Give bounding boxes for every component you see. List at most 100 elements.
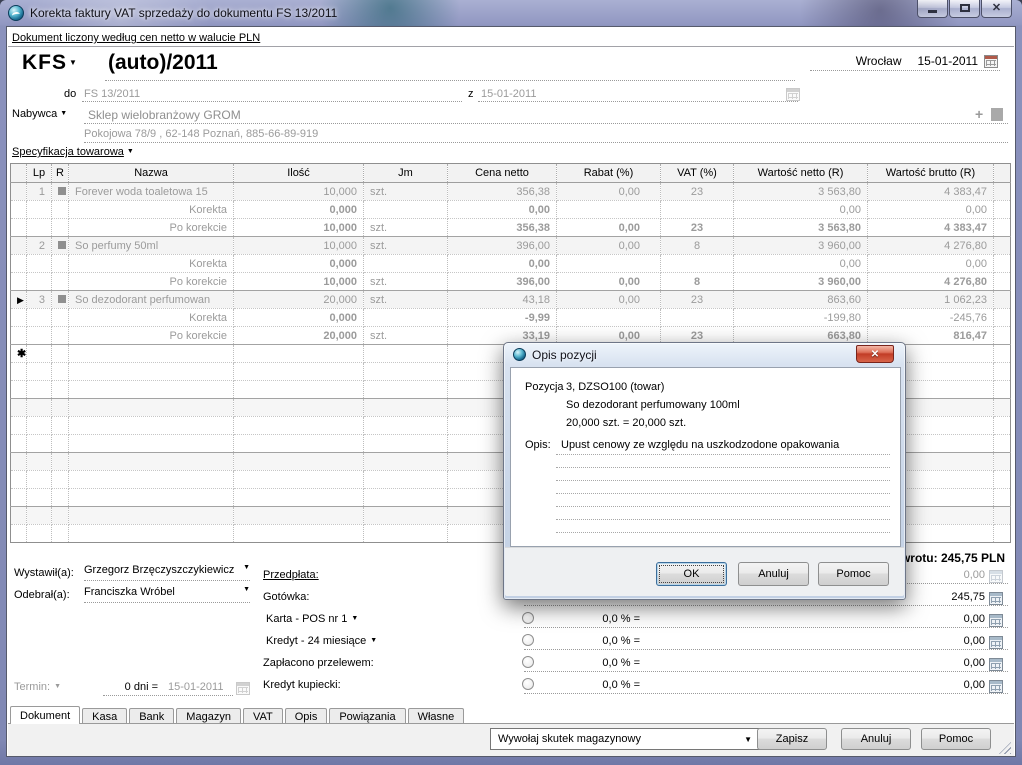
term-days-field[interactable]: 0 dni = bbox=[100, 681, 158, 693]
cell-nazwa[interactable]: So dezodorant perfumowan bbox=[69, 291, 234, 309]
description-textarea[interactable]: Upust cenowy ze względu na uszkodzodone … bbox=[561, 439, 839, 451]
cell-vat[interactable]: 8 bbox=[661, 273, 734, 291]
cell-rabat[interactable]: 0,00 bbox=[557, 291, 661, 309]
calculator-icon[interactable] bbox=[989, 658, 1003, 671]
row-selector[interactable] bbox=[11, 183, 27, 201]
credit-percent[interactable]: 0,0 % = bbox=[575, 635, 640, 647]
cell-ilosc[interactable]: 0,000 bbox=[234, 255, 364, 273]
cell-cena[interactable]: -9,99 bbox=[448, 309, 557, 327]
close-button[interactable]: ✕ bbox=[981, 0, 1012, 18]
row-selector[interactable] bbox=[11, 273, 27, 291]
row-selector[interactable] bbox=[11, 201, 27, 219]
textarea-line[interactable] bbox=[556, 467, 890, 468]
cell-netto[interactable]: 3 960,00 bbox=[734, 273, 868, 291]
cell-vat[interactable]: 23 bbox=[661, 219, 734, 237]
row-selector[interactable] bbox=[11, 327, 27, 345]
city-field[interactable]: Wrocław bbox=[856, 54, 902, 68]
document-mode-link[interactable]: Dokument liczony według cen netto w walu… bbox=[12, 32, 260, 44]
receiver-combo[interactable]: Franciszka Wróbel ▼ bbox=[84, 586, 250, 603]
cell-cena[interactable]: 0,00 bbox=[448, 255, 557, 273]
tab-powiazania[interactable]: Powiązania bbox=[329, 708, 405, 723]
cell-rabat[interactable]: 0,00 bbox=[557, 219, 661, 237]
tab-dokument[interactable]: Dokument bbox=[10, 706, 80, 724]
cell-cena[interactable]: 396,00 bbox=[448, 273, 557, 291]
row-selector[interactable] bbox=[11, 309, 27, 327]
maximize-button[interactable] bbox=[949, 0, 980, 18]
cell-ilosc[interactable]: 10,000 bbox=[234, 219, 364, 237]
buyer-list-icon[interactable] bbox=[991, 108, 1003, 121]
card-percent[interactable]: 0,0 % = bbox=[575, 613, 640, 625]
cell-brutto[interactable]: 4 383,47 bbox=[868, 183, 994, 201]
cell-rabat[interactable]: 0,00 bbox=[557, 237, 661, 255]
buyer-dropdown[interactable]: Nabywca▼ bbox=[12, 108, 67, 120]
prepayment-link[interactable]: Przedpłata: bbox=[263, 569, 319, 581]
merchant-credit-amount[interactable]: 0,00 bbox=[875, 679, 985, 691]
resize-grip[interactable] bbox=[999, 742, 1011, 754]
cell-nazwa[interactable] bbox=[69, 345, 234, 363]
textarea-line[interactable] bbox=[556, 493, 890, 494]
dialog-close-button[interactable]: ✕ bbox=[856, 345, 894, 363]
card-amount[interactable]: 0,00 bbox=[875, 613, 985, 625]
row-selector[interactable]: ▶ bbox=[11, 291, 27, 309]
cell-vat[interactable]: 23 bbox=[661, 183, 734, 201]
cell-r[interactable] bbox=[52, 237, 69, 255]
cell-cena[interactable]: 356,38 bbox=[448, 219, 557, 237]
cell-netto[interactable]: 3 563,80 bbox=[734, 183, 868, 201]
cell-cena[interactable]: 356,38 bbox=[448, 183, 557, 201]
cell-netto[interactable]: 3 563,80 bbox=[734, 219, 868, 237]
transfer-radio[interactable] bbox=[522, 656, 534, 668]
cell-brutto[interactable]: 4 276,80 bbox=[868, 273, 994, 291]
cell-rabat[interactable]: 0,00 bbox=[557, 273, 661, 291]
textarea-line[interactable] bbox=[556, 454, 890, 455]
row-selector[interactable] bbox=[11, 255, 27, 273]
merchant-credit-percent[interactable]: 0,0 % = bbox=[575, 679, 640, 691]
tab-vat[interactable]: VAT bbox=[243, 708, 283, 723]
warehouse-effect-select[interactable]: Wywołaj skutek magazynowy ▼ bbox=[490, 728, 760, 750]
cell-ilosc[interactable]: 0,000 bbox=[234, 201, 364, 219]
tab-opis[interactable]: Opis bbox=[285, 708, 328, 723]
cell-nazwa[interactable]: So perfumy 50ml bbox=[69, 237, 234, 255]
cell-cena[interactable]: 396,00 bbox=[448, 237, 557, 255]
calculator-icon[interactable] bbox=[989, 680, 1003, 693]
dialog-help-button[interactable]: Pomoc bbox=[818, 562, 889, 586]
row-selector[interactable] bbox=[11, 237, 27, 255]
tab-kasa[interactable]: Kasa bbox=[82, 708, 127, 723]
cell-ilosc[interactable]: 10,000 bbox=[234, 273, 364, 291]
cell-ilosc[interactable]: 10,000 bbox=[234, 183, 364, 201]
cell-lp[interactable]: 1 bbox=[27, 183, 52, 201]
tab-bank[interactable]: Bank bbox=[129, 708, 174, 723]
credit-dropdown[interactable]: Kredyt - 24 miesiące▼ bbox=[266, 635, 377, 647]
cell-lp[interactable]: 2 bbox=[27, 237, 52, 255]
cell-ilosc[interactable]: 20,000 bbox=[234, 327, 364, 345]
minimize-button[interactable] bbox=[917, 0, 948, 18]
cell-r[interactable] bbox=[52, 291, 69, 309]
add-buyer-icon[interactable]: + bbox=[975, 106, 983, 122]
buyer-name-field[interactable]: Sklep wielobranżowy GROM bbox=[88, 108, 241, 122]
save-button[interactable]: Zapisz bbox=[757, 728, 827, 750]
cell-vat[interactable]: 8 bbox=[661, 237, 734, 255]
buyer-address-field[interactable]: Pokojowa 78/9 , 62-148 Poznań, 885-66-89… bbox=[84, 128, 318, 140]
textarea-line[interactable] bbox=[556, 532, 890, 533]
doc-type-dropdown[interactable]: KFS▼ bbox=[22, 51, 78, 75]
cell-cena[interactable]: 43,18 bbox=[448, 291, 557, 309]
calculator-icon[interactable] bbox=[989, 614, 1003, 627]
cell-ilosc[interactable]: 0,000 bbox=[234, 309, 364, 327]
cell-netto[interactable]: 3 960,00 bbox=[734, 237, 868, 255]
tab-magazyn[interactable]: Magazyn bbox=[176, 708, 241, 723]
merchant-credit-radio[interactable] bbox=[522, 678, 534, 690]
issue-date-field[interactable]: 15-01-2011 bbox=[918, 54, 979, 68]
cell-brutto[interactable]: 1 062,23 bbox=[868, 291, 994, 309]
calculator-icon[interactable] bbox=[989, 592, 1003, 605]
dialog-cancel-button[interactable]: Anuluj bbox=[738, 562, 809, 586]
tab-wlasne[interactable]: Własne bbox=[408, 708, 465, 723]
source-document-field[interactable]: FS 13/2011 bbox=[84, 88, 140, 100]
cell-jm[interactable]: szt. bbox=[364, 183, 448, 201]
cell-brutto[interactable]: 4 383,47 bbox=[868, 219, 994, 237]
cell-lp[interactable]: 3 bbox=[27, 291, 52, 309]
row-selector[interactable] bbox=[11, 219, 27, 237]
issuer-combo[interactable]: Grzegorz Brzęczyszczykiewicz ▼ bbox=[84, 564, 250, 581]
credit-radio[interactable] bbox=[522, 634, 534, 646]
cell-r[interactable] bbox=[52, 183, 69, 201]
specification-dropdown[interactable]: Specyfikacja towarowa▼ bbox=[12, 146, 134, 158]
cell-netto[interactable]: 863,60 bbox=[734, 291, 868, 309]
